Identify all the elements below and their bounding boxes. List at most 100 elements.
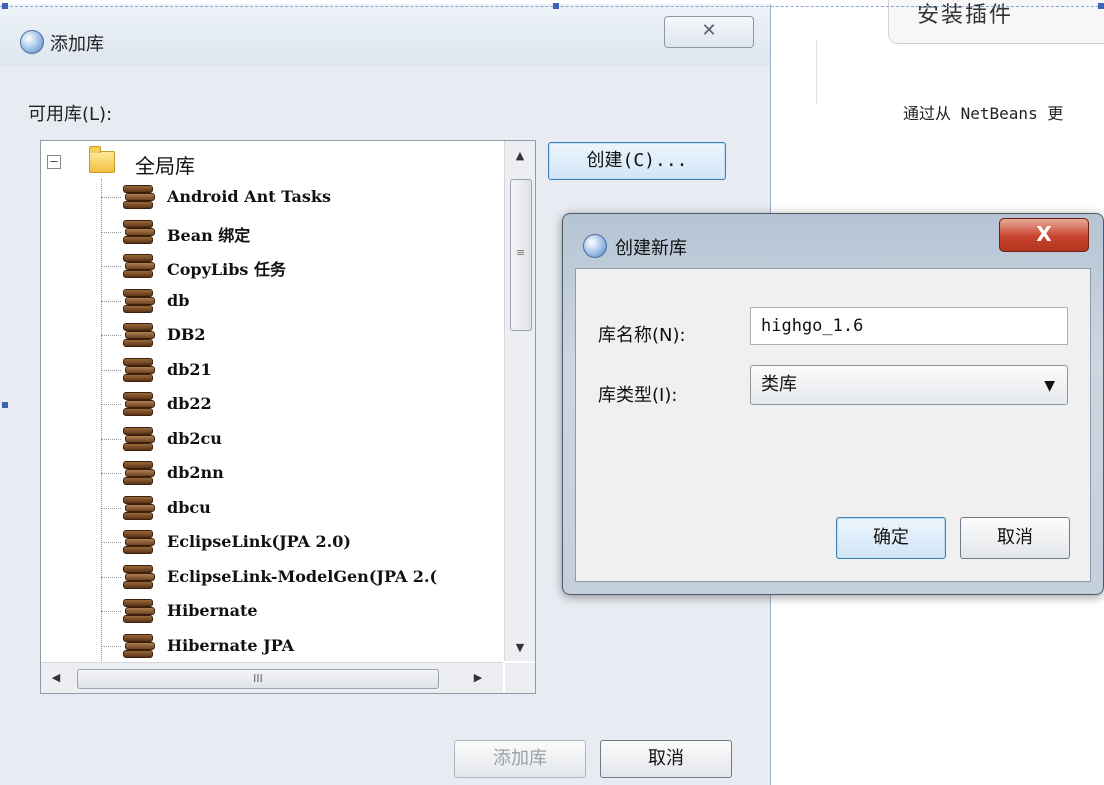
library-item-label: db22	[167, 394, 212, 413]
library-item[interactable]: db22	[101, 388, 501, 422]
library-item-label: DB2	[167, 325, 206, 344]
background-divider	[816, 40, 817, 104]
tree-branch-line	[101, 473, 121, 474]
library-icon	[123, 426, 155, 451]
library-icon	[123, 288, 155, 313]
tree-branch-line	[101, 438, 121, 440]
scroll-right-icon[interactable]: ▶	[463, 671, 493, 684]
library-type-label: 库类型(I):	[598, 385, 678, 406]
resize-handle[interactable]	[553, 3, 559, 9]
library-item-label: Bean 绑定	[167, 225, 251, 245]
library-icon	[123, 461, 155, 485]
library-item[interactable]: db2cu	[101, 423, 501, 457]
scroll-down-icon[interactable]: ▼	[505, 641, 535, 654]
available-libraries-label: 可用库(L):	[28, 104, 113, 125]
library-item[interactable]: db2nn	[101, 457, 501, 491]
add-library-titlebar[interactable]: 添加库 ✕	[0, 4, 770, 66]
library-icon	[123, 633, 155, 658]
selection-outline	[0, 6, 1104, 7]
library-tree[interactable]: − 全局库 Android Ant Tasks Bean 绑定 CopyLibs 任…	[40, 140, 536, 694]
library-item[interactable]: db21	[101, 354, 501, 388]
library-item-label: CopyLibs 任务	[167, 260, 286, 279]
library-item-label: db2nn	[167, 463, 224, 482]
resize-handle[interactable]	[2, 3, 8, 9]
library-icon	[123, 564, 155, 589]
create-button[interactable]: 创建(C)...	[548, 142, 726, 180]
library-icon	[123, 530, 155, 554]
library-item[interactable]: Bean 绑定	[101, 216, 501, 250]
library-icon	[123, 254, 155, 278]
window-icon	[583, 234, 607, 258]
library-item-label: EclipseLink-ModelGen(JPA 2.(	[167, 566, 438, 586]
create-new-library-dialog: 创建新库 X 库名称(N): highgo_1.6 库类型(I): 类库 ▼ 确…	[562, 213, 1104, 595]
library-item-label: db21	[167, 359, 212, 379]
library-icon	[123, 219, 155, 244]
scroll-left-icon[interactable]: ◀	[41, 671, 71, 684]
resize-handle[interactable]	[2, 402, 8, 408]
library-icon	[123, 599, 155, 623]
library-item[interactable]: Android Ant Tasks	[101, 181, 501, 215]
library-item[interactable]: CopyLibs 任务	[101, 250, 501, 284]
library-item[interactable]: EclipseLink(JPA 2.0)	[101, 526, 501, 560]
library-item[interactable]: EclipseLink-ModelGen(JPA 2.(	[101, 561, 501, 595]
tree-branch-line	[101, 369, 121, 371]
library-item-label: dbcu	[167, 497, 211, 517]
library-name-label: 库名称(N):	[598, 325, 686, 346]
library-icon	[123, 323, 155, 347]
chevron-down-icon: ▼	[1044, 378, 1055, 394]
window-icon	[20, 30, 44, 54]
tree-branch-line	[101, 231, 121, 233]
library-icon	[123, 185, 155, 209]
resize-handle[interactable]	[1098, 3, 1104, 9]
library-item-label: Hibernate	[167, 601, 258, 620]
library-item[interactable]: dbcu	[101, 492, 501, 526]
ok-button[interactable]: 确定	[836, 517, 946, 559]
tree-branch-line	[101, 507, 121, 509]
library-item[interactable]: DB2	[101, 319, 501, 353]
tree-branch-line	[101, 542, 121, 543]
library-type-value: 类库	[761, 374, 797, 395]
close-icon: X	[1036, 222, 1052, 246]
library-item-label: Hibernate JPA	[167, 635, 294, 655]
library-item-label: db2cu	[167, 428, 222, 448]
tree-branch-line	[101, 404, 121, 405]
scroll-up-icon[interactable]: ▲	[505, 149, 535, 162]
scroll-corner	[505, 663, 535, 693]
tree-branch-line	[101, 645, 121, 647]
cancel-button[interactable]: 取消	[600, 740, 732, 778]
tree-branch-line	[101, 300, 121, 302]
close-button[interactable]: ✕	[664, 16, 754, 48]
grip-icon: ≡	[516, 246, 526, 259]
library-icon	[123, 495, 155, 520]
library-icon	[123, 392, 155, 416]
library-name-input[interactable]: highgo_1.6	[750, 307, 1068, 345]
library-item-label: db	[167, 290, 190, 310]
vertical-scrollbar[interactable]: ▲ ≡ ▼	[504, 141, 535, 661]
folder-icon	[89, 146, 115, 173]
library-item[interactable]: Hibernate	[101, 595, 501, 629]
library-item[interactable]: db	[101, 285, 501, 319]
grip-icon: III	[253, 672, 263, 685]
background-tab-label: 安装插件	[917, 3, 1014, 28]
library-type-select[interactable]: 类库 ▼	[750, 365, 1068, 405]
close-button[interactable]: X	[999, 218, 1089, 252]
library-item-label: Android Ant Tasks	[167, 187, 332, 206]
create-new-library-title: 创建新库	[615, 238, 687, 259]
background-text: 通过从 NetBeans 更	[903, 104, 1064, 123]
library-tree-items: − 全局库 Android Ant Tasks Bean 绑定 CopyLibs 任…	[41, 141, 503, 661]
tree-branch-line	[101, 266, 121, 267]
tree-branch-line	[101, 197, 121, 198]
create-new-library-form: 库名称(N): highgo_1.6 库类型(I): 类库 ▼ 确定 取消	[575, 268, 1091, 582]
horizontal-scroll-thumb[interactable]: III	[77, 669, 439, 689]
library-item[interactable]: Hibernate JPA	[101, 630, 501, 662]
collapse-icon[interactable]: −	[47, 155, 61, 169]
close-icon: ✕	[701, 20, 717, 41]
library-item-label: EclipseLink(JPA 2.0)	[167, 532, 351, 551]
tree-branch-line	[101, 576, 121, 578]
add-library-title: 添加库	[50, 34, 104, 55]
tree-root-label: 全局库	[135, 154, 195, 178]
horizontal-scrollbar[interactable]: ◀ III ▶	[41, 662, 503, 693]
cancel-button[interactable]: 取消	[960, 517, 1070, 559]
add-library-button[interactable]: 添加库	[454, 740, 586, 778]
vertical-scroll-thumb[interactable]: ≡	[510, 179, 532, 331]
